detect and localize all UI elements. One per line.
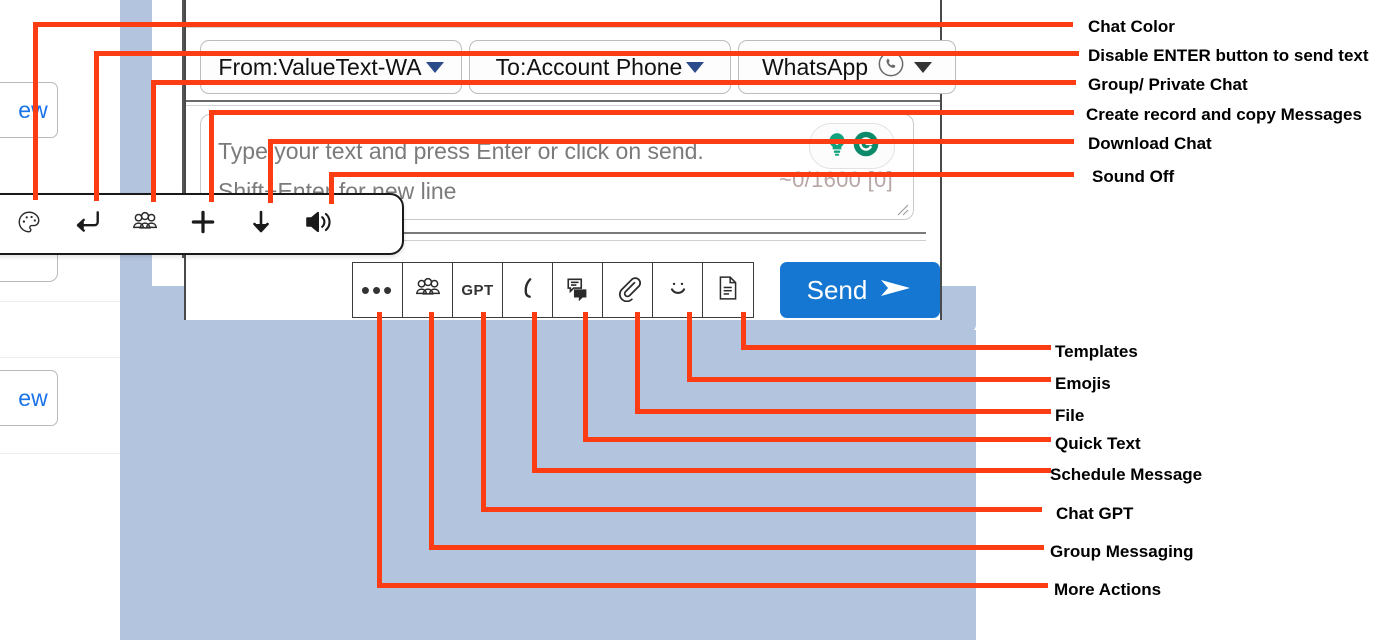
recipient-select-row: From:ValueText-WA To:Account Phone Whats…	[200, 40, 956, 94]
leader-line-vertical	[635, 312, 640, 414]
speaker-icon	[303, 207, 335, 242]
clock-icon	[515, 275, 541, 306]
annotation-label: Templates	[1055, 342, 1138, 361]
leader-line-horizontal	[532, 468, 1051, 473]
leader-line-vertical	[481, 312, 486, 512]
chat-options-popup	[0, 193, 404, 255]
caret-down-icon	[914, 61, 933, 73]
window-divider-mid-hairline	[186, 105, 940, 106]
leader-line-horizontal	[209, 110, 1074, 115]
gpt-icon: GPT	[461, 281, 494, 299]
group-icon	[413, 273, 443, 308]
leader-line-vertical	[583, 312, 588, 442]
leader-line-vertical	[532, 312, 537, 473]
compose-toolbar: ••• GPT	[352, 262, 754, 318]
templates-button[interactable]	[703, 263, 753, 317]
leader-line-vertical	[94, 51, 99, 201]
annotation-label: Group Messaging	[1050, 542, 1194, 561]
view-button[interactable]: ew	[0, 370, 58, 426]
leader-line-vertical	[151, 80, 156, 202]
create-record-button[interactable]	[174, 195, 232, 253]
enter-key-icon	[72, 208, 102, 241]
send-arrow-icon	[879, 275, 913, 306]
leader-line-horizontal	[33, 22, 1073, 27]
quick-text-icon	[565, 275, 591, 306]
leader-line-horizontal	[151, 80, 1076, 85]
leader-line-horizontal	[94, 51, 1079, 56]
annotation-label: Chat Color	[1088, 17, 1175, 36]
chat-color-button[interactable]	[0, 195, 58, 253]
leader-line-horizontal	[329, 172, 1074, 177]
leader-line-vertical	[268, 139, 273, 203]
ghost-row-divider	[0, 356, 120, 358]
schedule-message-button[interactable]	[503, 263, 553, 317]
download-arrow-icon	[247, 207, 275, 242]
from-select[interactable]: From:ValueText-WA	[200, 40, 462, 94]
annotation-label: More Actions	[1054, 580, 1162, 599]
leader-line-vertical	[687, 312, 692, 382]
leader-line-horizontal	[583, 437, 1051, 442]
ghost-row-divider	[0, 300, 120, 302]
to-select[interactable]: To:Account Phone	[469, 40, 731, 94]
channel-select-label: WhatsApp	[761, 53, 869, 80]
annotation-label: Sound Off	[1092, 167, 1175, 186]
ghost-row-divider	[0, 452, 120, 454]
view-button-label: ew	[18, 384, 48, 411]
chat-gpt-button[interactable]: GPT	[453, 263, 503, 317]
file-button[interactable]	[603, 263, 653, 317]
annotation-label: Download Chat	[1088, 134, 1212, 153]
group-messaging-button[interactable]	[403, 263, 453, 317]
annotation-label: Emojis	[1055, 374, 1111, 393]
palette-icon	[16, 209, 42, 240]
annotation-label: Chat GPT	[1056, 504, 1134, 523]
leader-line-vertical	[33, 22, 38, 200]
quick-text-button[interactable]	[553, 263, 603, 317]
leader-line-horizontal	[268, 139, 1074, 144]
ellipsis-icon: •••	[360, 275, 395, 305]
view-button[interactable]: ew	[0, 82, 58, 138]
window-divider-top-hairline	[186, 27, 940, 28]
caret-down-icon	[425, 61, 444, 73]
annotation-label: File	[1055, 406, 1085, 425]
caret-down-icon	[686, 61, 705, 73]
disable-enter-button[interactable]	[58, 195, 116, 253]
grammarly-icon[interactable]	[852, 130, 880, 163]
leader-line-horizontal	[741, 345, 1051, 350]
window-divider-mid	[186, 100, 940, 102]
channel-select[interactable]: WhatsApp	[738, 40, 956, 94]
character-counter: ~0/1600 [0]	[778, 167, 893, 192]
annotation-label: Create record and copy Messages	[1086, 105, 1362, 124]
send-button-label: Send	[806, 274, 868, 305]
emojis-button[interactable]	[653, 263, 703, 317]
paperclip-icon	[614, 274, 642, 307]
plus-icon	[188, 207, 218, 242]
leader-line-vertical	[429, 312, 434, 550]
annotation-label: Group/ Private Chat	[1088, 75, 1248, 94]
group-private-chat-button[interactable]	[116, 195, 174, 253]
lightbulb-icon[interactable]	[824, 131, 850, 162]
writing-assistant-widget[interactable]	[809, 123, 895, 169]
leader-line-horizontal	[635, 409, 1051, 414]
send-button[interactable]: Send	[780, 262, 940, 318]
more-actions-button[interactable]: •••	[353, 263, 403, 317]
smiley-icon	[664, 274, 692, 307]
download-chat-button[interactable]	[232, 195, 290, 253]
resize-handle[interactable]	[895, 202, 909, 216]
leader-line-horizontal	[687, 377, 1051, 382]
from-select-label: From:ValueText-WA	[218, 53, 422, 80]
leader-line-horizontal	[481, 507, 1042, 512]
leader-line-horizontal	[429, 545, 1044, 550]
annotation-label: Quick Text	[1055, 434, 1141, 453]
annotation-label: Schedule Message	[1050, 465, 1203, 484]
document-icon	[716, 275, 740, 306]
to-select-label: To:Account Phone	[495, 53, 683, 80]
leader-line-horizontal	[377, 583, 1048, 588]
annotation-label: Disable ENTER button to send text	[1088, 46, 1369, 65]
sound-off-button[interactable]	[290, 195, 348, 253]
leader-line-vertical	[209, 110, 214, 202]
leader-line-vertical	[377, 312, 382, 588]
group-icon	[130, 207, 160, 242]
screenshot-root: ew ew From:ValueText-WA To:Account Phone…	[0, 0, 1400, 640]
